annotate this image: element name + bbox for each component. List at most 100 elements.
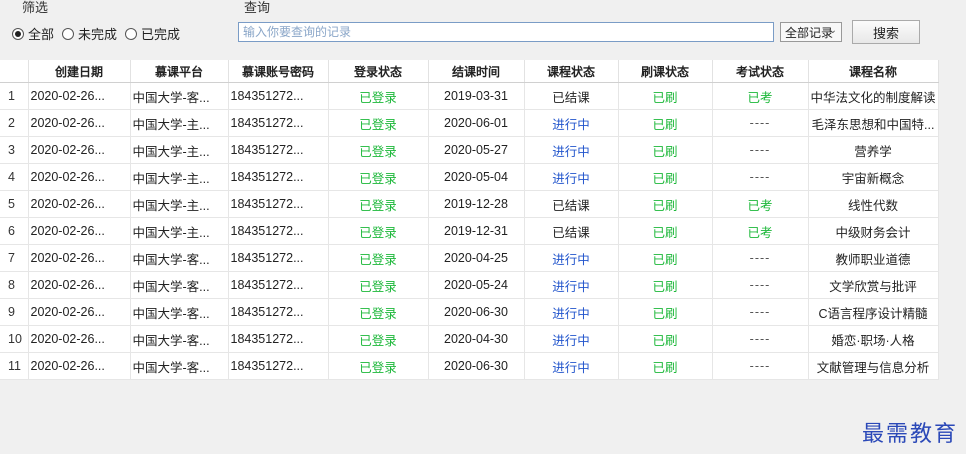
table-row[interactable]: 5 2020-02-26... 中国大学-主... 184351272... 已登录 20… xyxy=(0,190,939,218)
radio-incomplete[interactable]: 未完成 xyxy=(62,24,117,43)
table-row[interactable]: 6 2020-02-26... 中国大学-主... 184351272... 已登录 20… xyxy=(0,217,939,245)
cell-create-date: 2020-02-26... xyxy=(28,325,131,353)
table-row[interactable]: 8 2020-02-26... 中国大学-客... 184351272... 已登录 20… xyxy=(0,271,939,299)
cell-login-status: 已登录 xyxy=(328,163,429,191)
cell-course-name: 中华法文化的制度解读 xyxy=(808,82,939,110)
cell-exam-status: ---- xyxy=(712,244,809,272)
cell-brush-status: 已刷 xyxy=(618,325,713,353)
table-row[interactable]: 10 2020-02-26... 中国大学-客... 184351272... 已登录 2… xyxy=(0,325,939,353)
radio-complete[interactable]: 已完成 xyxy=(125,24,180,43)
cell-end-date: 2019-12-28 xyxy=(428,190,525,218)
cell-login-status: 已登录 xyxy=(328,217,429,245)
radio-incomplete-indicator[interactable] xyxy=(62,27,75,40)
cell-exam-status: ---- xyxy=(712,352,809,380)
cell-exam-status: 已考 xyxy=(712,190,809,218)
cell-course-status: 已结课 xyxy=(524,190,619,218)
cell-platform: 中国大学-主... xyxy=(130,109,229,137)
cell-brush-status: 已刷 xyxy=(618,271,713,299)
cell-account: 184351272... xyxy=(228,352,329,380)
cell-index: 4 xyxy=(0,163,29,191)
chevron-down-icon: ⌄ xyxy=(828,25,837,36)
cell-brush-status: 已刷 xyxy=(618,217,713,245)
cell-index: 2 xyxy=(0,109,29,137)
cell-end-date: 2020-04-25 xyxy=(428,244,525,272)
search-input[interactable] xyxy=(238,22,774,42)
cell-course-status: 进行中 xyxy=(524,109,619,137)
cell-end-date: 2019-03-31 xyxy=(428,82,525,110)
radio-all-indicator[interactable] xyxy=(12,27,24,40)
record-scope-select[interactable]: 全部记录 ⌄ xyxy=(780,22,842,42)
cell-index: 1 xyxy=(0,82,29,110)
column-header-login-status[interactable]: 登录状态 xyxy=(328,60,429,83)
cell-course-name: 毛泽东思想和中国特... xyxy=(808,109,939,137)
cell-brush-status: 已刷 xyxy=(618,298,713,326)
column-header-course-status[interactable]: 课程状态 xyxy=(524,60,619,83)
cell-create-date: 2020-02-26... xyxy=(28,136,131,164)
cell-exam-status: ---- xyxy=(712,109,809,137)
cell-course-status: 进行中 xyxy=(524,352,619,380)
filter-group: 筛选 全部 未完成 已完成 xyxy=(6,0,226,48)
cell-login-status: 已登录 xyxy=(328,109,429,137)
cell-end-date: 2020-04-30 xyxy=(428,325,525,353)
cell-brush-status: 已刷 xyxy=(618,136,713,164)
cell-login-status: 已登录 xyxy=(328,298,429,326)
cell-account: 184351272... xyxy=(228,136,329,164)
filter-radio-row: 全部 未完成 已完成 xyxy=(12,24,188,43)
cell-exam-status: ---- xyxy=(712,325,809,353)
cell-login-status: 已登录 xyxy=(328,136,429,164)
cell-course-name: 线性代数 xyxy=(808,190,939,218)
cell-platform: 中国大学-客... xyxy=(130,352,229,380)
cell-end-date: 2020-05-24 xyxy=(428,271,525,299)
cell-platform: 中国大学-主... xyxy=(130,136,229,164)
cell-platform: 中国大学-客... xyxy=(130,271,229,299)
column-header-end-date[interactable]: 结课时间 xyxy=(428,60,525,83)
column-header-platform[interactable]: 慕课平台 xyxy=(130,60,229,83)
table-row[interactable]: 3 2020-02-26... 中国大学-主... 184351272... 已登录 20… xyxy=(0,136,939,164)
records-grid[interactable]: 创建日期 慕课平台 慕课账号密码 登录状态 结课时间 课程状态 刷课状态 考试状态 课程名称 1… xyxy=(0,60,966,454)
search-button[interactable]: 搜索 xyxy=(852,20,920,44)
table-row[interactable]: 11 2020-02-26... 中国大学-客... 184351272... 已登录 2… xyxy=(0,352,939,380)
column-header-course-name[interactable]: 课程名称 xyxy=(808,60,939,83)
cell-end-date: 2020-05-04 xyxy=(428,163,525,191)
column-header-account[interactable]: 慕课账号密码 xyxy=(228,60,329,83)
column-header-index[interactable] xyxy=(0,60,29,83)
record-scope-value: 全部记录 xyxy=(785,25,834,40)
cell-exam-status: ---- xyxy=(712,163,809,191)
table-row[interactable]: 2 2020-02-26... 中国大学-主... 184351272... 已登录 20… xyxy=(0,109,939,137)
cell-create-date: 2020-02-26... xyxy=(28,271,131,299)
cell-create-date: 2020-02-26... xyxy=(28,190,131,218)
cell-end-date: 2020-06-30 xyxy=(428,298,525,326)
cell-login-status: 已登录 xyxy=(328,82,429,110)
column-header-exam-status[interactable]: 考试状态 xyxy=(712,60,809,83)
radio-complete-indicator[interactable] xyxy=(125,27,138,40)
cell-course-name: 婚恋·职场·人格 xyxy=(808,325,939,353)
cell-platform: 中国大学-客... xyxy=(130,298,229,326)
table-row[interactable]: 4 2020-02-26... 中国大学-主... 184351272... 已登录 20… xyxy=(0,163,939,191)
radio-all-label: 全部 xyxy=(28,28,55,43)
column-header-create-date[interactable]: 创建日期 xyxy=(28,60,131,83)
column-header-brush-status[interactable]: 刷课状态 xyxy=(618,60,713,83)
radio-all[interactable]: 全部 xyxy=(12,24,54,43)
cell-index: 9 xyxy=(0,298,29,326)
cell-account: 184351272... xyxy=(228,298,329,326)
watermark-logo: 最需教育 xyxy=(861,422,958,447)
cell-brush-status: 已刷 xyxy=(618,244,713,272)
radio-complete-label: 已完成 xyxy=(141,28,181,43)
cell-account: 184351272... xyxy=(228,244,329,272)
cell-exam-status: 已考 xyxy=(712,217,809,245)
cell-course-status: 进行中 xyxy=(524,163,619,191)
cell-create-date: 2020-02-26... xyxy=(28,298,131,326)
table-row[interactable]: 1 2020-02-26... 中国大学-客... 184351272... 已登录 20… xyxy=(0,82,939,110)
table-row[interactable]: 9 2020-02-26... 中国大学-客... 184351272... 已登录 20… xyxy=(0,298,939,326)
cell-account: 184351272... xyxy=(228,109,329,137)
query-group-title: 查询 xyxy=(244,1,271,16)
table-row[interactable]: 7 2020-02-26... 中国大学-客... 184351272... 已登录 20… xyxy=(0,244,939,272)
cell-account: 184351272... xyxy=(228,190,329,218)
cell-index: 8 xyxy=(0,271,29,299)
cell-account: 184351272... xyxy=(228,163,329,191)
cell-create-date: 2020-02-26... xyxy=(28,82,131,110)
cell-brush-status: 已刷 xyxy=(618,352,713,380)
cell-login-status: 已登录 xyxy=(328,325,429,353)
cell-course-name: 文献管理与信息分析 xyxy=(808,352,939,380)
cell-course-status: 进行中 xyxy=(524,244,619,272)
